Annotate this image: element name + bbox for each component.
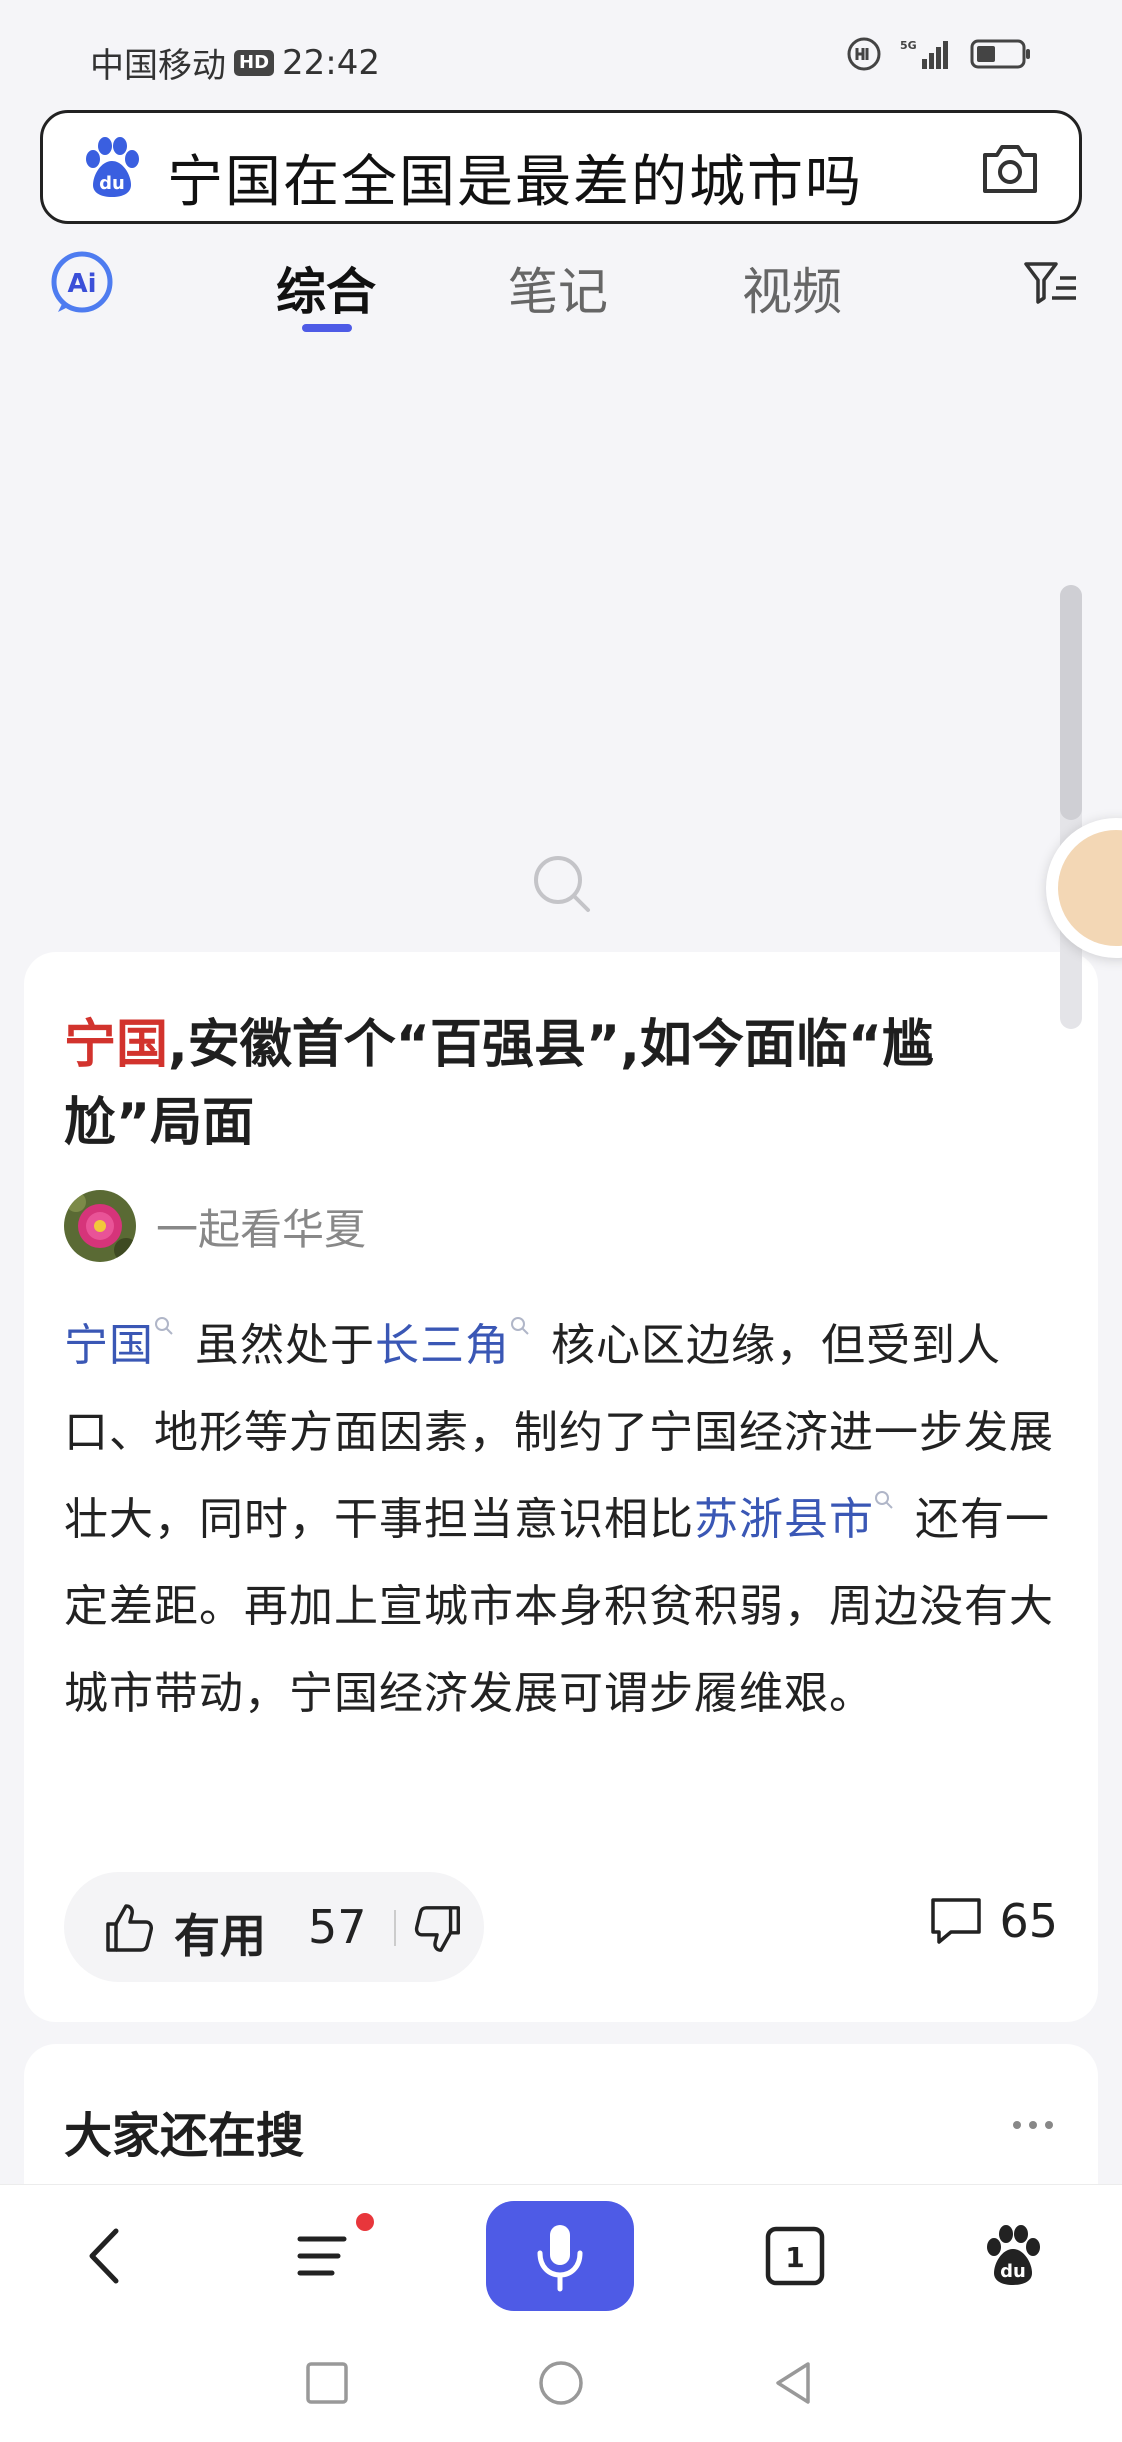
voice-search-button[interactable] [486, 2201, 634, 2311]
status-bar: 中国移动 HD 22:42 5G [0, 0, 1122, 110]
svg-text:du: du [99, 173, 125, 194]
ai-assistant-icon[interactable]: Ai [48, 248, 116, 316]
active-tab-indicator [302, 324, 352, 332]
carrier-label: 中国移动 [90, 46, 226, 86]
system-nav-bar [0, 2324, 1122, 2442]
vote-divider [394, 1910, 396, 1946]
battery-icon [970, 39, 1030, 69]
tab-comprehensive[interactable]: 综合 [276, 252, 376, 324]
useful-count: 57 [308, 1900, 367, 1954]
entity-link-ningguo[interactable]: 宁国 [64, 1320, 154, 1371]
screen: 中国移动 HD 22:42 5G du 宁国在全国是最差的城市吗 Ai 综合 笔… [0, 0, 1122, 2442]
scrollbar[interactable] [1060, 585, 1082, 1029]
bottom-toolbar: 1 du [0, 2184, 1122, 2324]
hd-call-icon [847, 37, 881, 71]
clock: 22:42 [282, 42, 380, 83]
result-snippet: 宁国 虽然处于长三角 核心区边缘，但受到人口、地形等方面因素，制约了宁国经济进一… [64, 1302, 1064, 1737]
status-left: 中国移动 HD 22:42 [90, 38, 380, 87]
system-back-icon[interactable] [768, 2358, 818, 2408]
filter-icon[interactable] [1022, 258, 1080, 310]
search-query[interactable]: 宁国在全国是最差的城市吗 [167, 137, 863, 218]
comments-button[interactable]: 65 [927, 1894, 1058, 1948]
search-icon[interactable] [510, 1316, 530, 1336]
avatar [64, 1190, 136, 1262]
tab-count: 1 [785, 2241, 804, 2274]
signal-icon: 5G [900, 39, 948, 69]
more-icon[interactable] [1012, 2120, 1054, 2130]
svg-text:Ai: Ai [67, 269, 96, 299]
back-arrow-icon[interactable] [74, 2223, 140, 2289]
menu-icon[interactable] [294, 2223, 360, 2289]
entity-link-suzhe-counties[interactable]: 苏浙县市 [694, 1494, 874, 1545]
tabs-icon: 1 [765, 2226, 825, 2286]
comment-count: 65 [999, 1894, 1058, 1948]
search-box[interactable]: du 宁国在全国是最差的城市吗 [40, 110, 1082, 224]
result-title[interactable]: 宁国,安徽首个“百强县”,如今面临“尴尬”局面 [64, 1006, 1044, 1162]
author-row[interactable]: 一起看华夏 [64, 1190, 366, 1262]
loading-search-icon [534, 856, 590, 912]
camera-icon[interactable] [979, 139, 1041, 197]
comment-icon [931, 1898, 982, 1944]
thumbs-up-icon[interactable] [100, 1900, 156, 1956]
related-searches-heading: 大家还在搜 [64, 2108, 305, 2164]
baidu-home-icon[interactable]: du [980, 2223, 1046, 2289]
useful-vote-pill: 有用 57 [64, 1872, 484, 1982]
notification-dot [356, 2213, 374, 2231]
entity-link-yangtze-delta[interactable]: 长三角 [375, 1320, 510, 1371]
result-card[interactable]: 宁国,安徽首个“百强县”,如今面临“尴尬”局面 一起看华夏 宁国 虽然处于长三角… [24, 952, 1098, 2022]
recent-apps-icon[interactable] [302, 2358, 352, 2408]
tab-notes[interactable]: 笔记 [508, 252, 608, 324]
search-icon[interactable] [154, 1316, 174, 1336]
hd-badge: HD [234, 49, 275, 76]
floating-bubble-avatar [1058, 830, 1122, 946]
title-text: ,安徽首个“百强县”,如今面临“尴尬”局面 [64, 1015, 935, 1153]
svg-text:du: du [1000, 2261, 1026, 2282]
snippet-text-1: 虽然处于 [180, 1320, 375, 1371]
status-right: 5G [846, 36, 1032, 72]
title-highlight: 宁国 [64, 1015, 169, 1075]
floating-assistant-bubble[interactable] [1046, 818, 1122, 958]
home-icon[interactable] [536, 2358, 586, 2408]
search-icon[interactable] [874, 1490, 894, 1510]
tabs-button[interactable]: 1 [762, 2223, 828, 2289]
microphone-icon [537, 2225, 583, 2292]
useful-label[interactable]: 有用 [174, 1900, 266, 1966]
tab-videos[interactable]: 视频 [742, 252, 842, 324]
result-tabs: Ai 综合 笔记 视频 [0, 240, 1122, 340]
thumbs-down-icon[interactable] [412, 1902, 466, 1956]
scrollbar-thumb[interactable] [1060, 585, 1082, 820]
baidu-paw-icon: du [86, 137, 139, 197]
network-type: 5G [900, 39, 917, 52]
author-name[interactable]: 一起看华夏 [156, 1196, 366, 1257]
